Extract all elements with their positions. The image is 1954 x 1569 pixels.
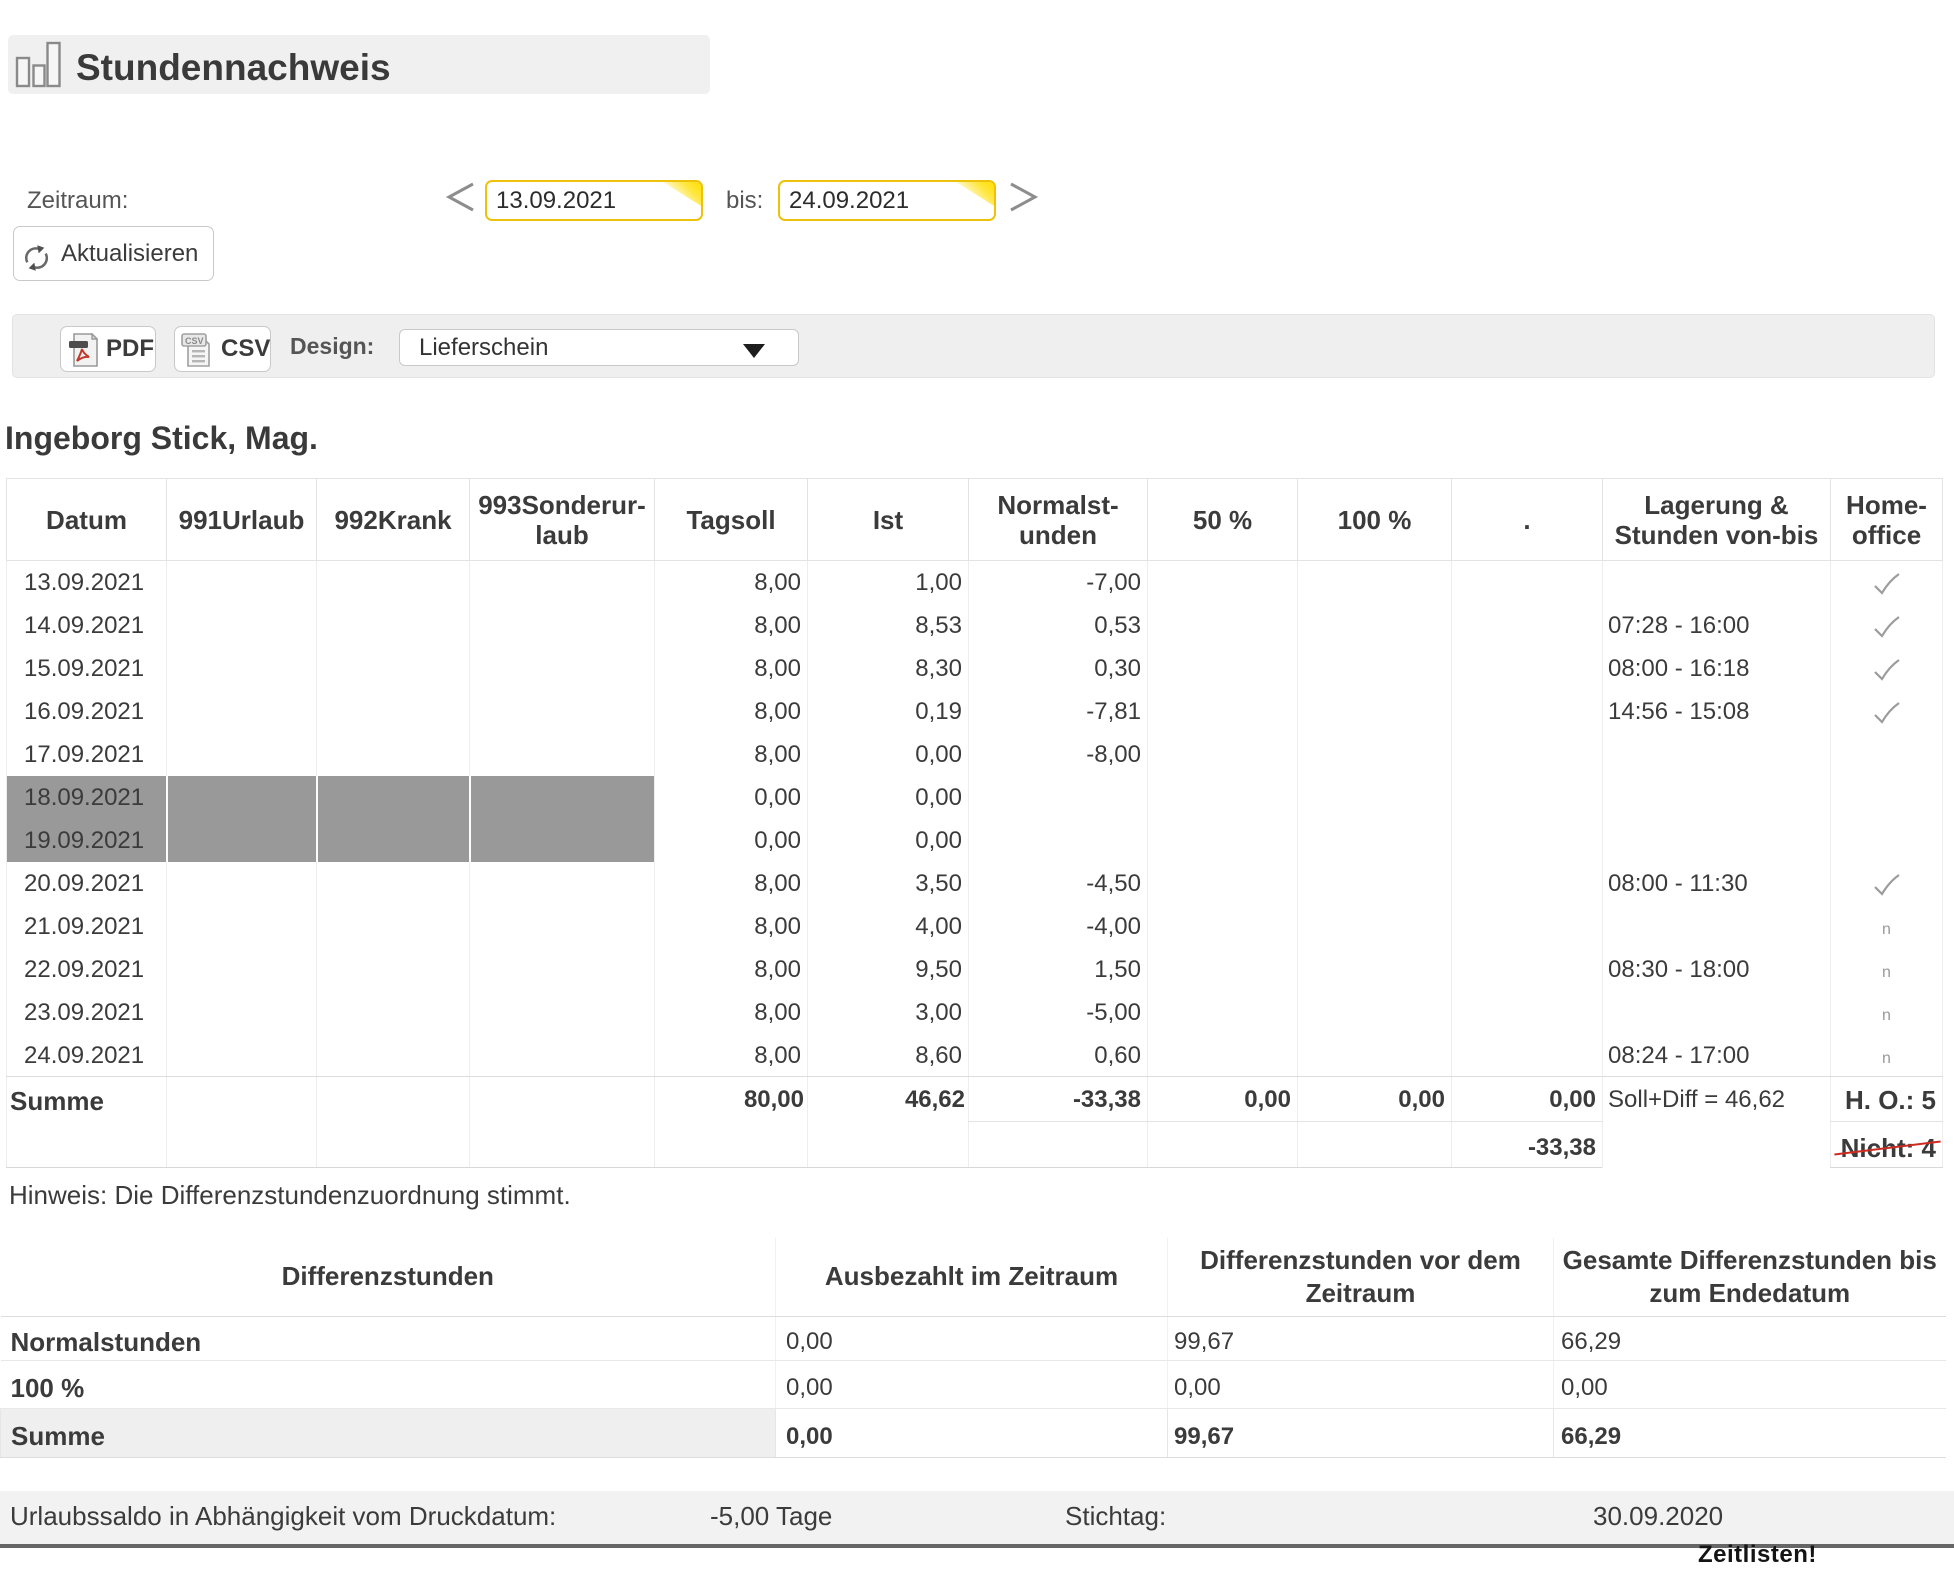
svg-text:CSV: CSV	[185, 336, 204, 346]
